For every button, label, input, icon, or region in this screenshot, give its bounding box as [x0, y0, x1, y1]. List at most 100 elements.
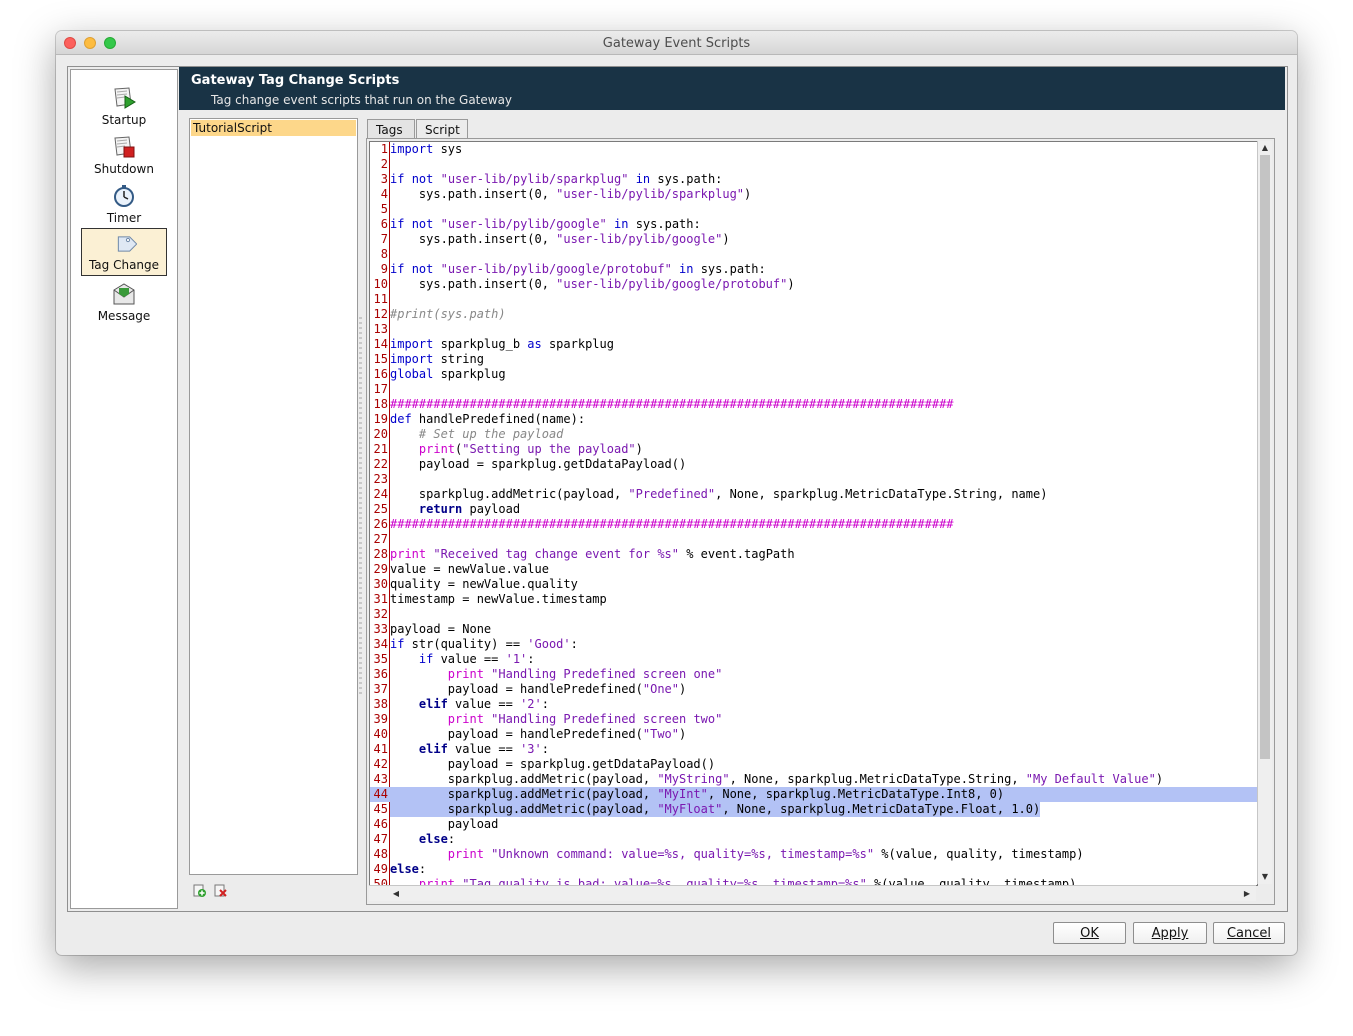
ok-button[interactable]: OK: [1053, 922, 1126, 944]
code-line[interactable]: 36 print "Handling Predefined screen one…: [370, 667, 1257, 682]
code-text: return payload: [418, 502, 521, 516]
code-line[interactable]: 14 import sparkplug_b as sparkplug: [370, 337, 1257, 352]
line-number: 42: [373, 757, 388, 771]
cancel-button[interactable]: Cancel: [1213, 922, 1285, 944]
code-line[interactable]: 44 sparkplug.addMetric(payload, "MyInt",…: [370, 787, 1257, 802]
code-text: sparkplug.addMetric(payload, "MyInt", No…: [390, 787, 1005, 801]
scroll-up-icon[interactable]: ▲: [1258, 142, 1272, 154]
code-line[interactable]: 16 global sparkplug: [370, 367, 1257, 382]
sidebar-item-shutdown[interactable]: Shutdown: [81, 131, 167, 179]
code-line[interactable]: 13: [370, 322, 1257, 337]
tab-script[interactable]: Script: [416, 119, 468, 140]
code-line[interactable]: 40 payload = handlePredefined("Two"): [370, 727, 1257, 742]
sidebar-item-tag-change[interactable]: Tag Change: [81, 228, 167, 276]
code-line[interactable]: 6 if not "user-lib/pylib/google" in sys.p…: [370, 217, 1257, 232]
code-text: elif value == '2':: [418, 697, 549, 711]
line-number: 28: [373, 547, 388, 561]
line-number: 17: [373, 382, 388, 396]
line-number: 11: [373, 292, 388, 306]
delete-script-icon[interactable]: [214, 883, 228, 897]
code-text: if str(quality) == 'Good':: [390, 637, 578, 651]
code-line[interactable]: 29 value = newValue.value: [370, 562, 1257, 577]
code-line[interactable]: 22 payload = sparkplug.getDdataPayload(): [370, 457, 1257, 472]
apply-button[interactable]: Apply: [1133, 922, 1207, 944]
code-text: def handlePredefined(name):: [390, 412, 586, 426]
code-line[interactable]: 33 payload = None: [370, 622, 1257, 637]
line-number: 32: [373, 607, 388, 621]
line-number: 1: [380, 142, 388, 156]
scroll-right-icon[interactable]: ▶: [1240, 888, 1254, 900]
code-line[interactable]: 31 timestamp = newValue.timestamp: [370, 592, 1257, 607]
code-line[interactable]: 46 payload: [370, 817, 1257, 832]
code-line[interactable]: 28 print "Received tag change event for %…: [370, 547, 1257, 562]
scroll-left-icon[interactable]: ◀: [389, 888, 403, 900]
add-script-icon[interactable]: [193, 883, 207, 897]
line-number: 39: [373, 712, 388, 726]
tab-tags[interactable]: Tags: [367, 119, 415, 139]
scroll-down-icon[interactable]: ▼: [1258, 871, 1272, 883]
line-number: 22: [373, 457, 388, 471]
code-line[interactable]: 38 elif value == '2':: [370, 697, 1257, 712]
splitter-handle[interactable]: [359, 317, 362, 697]
code-line[interactable]: 32: [370, 607, 1257, 622]
code-line[interactable]: 21 print("Setting up the payload"): [370, 442, 1257, 457]
code-line[interactable]: 23: [370, 472, 1257, 487]
sidebar-item-timer[interactable]: Timer: [81, 180, 167, 228]
code-line[interactable]: 30 quality = newValue.quality: [370, 577, 1257, 592]
code-line[interactable]: 15 import string: [370, 352, 1257, 367]
line-number: 34: [373, 637, 388, 651]
code-line[interactable]: 3 if not "user-lib/pylib/sparkplug" in sy…: [370, 172, 1257, 187]
tag-icon: [117, 236, 137, 252]
line-number: 14: [373, 337, 388, 351]
line-number: 46: [373, 817, 388, 831]
sidebar-item-message[interactable]: Message: [81, 278, 167, 326]
code-line[interactable]: 34 if str(quality) == 'Good':: [370, 637, 1257, 652]
code-line[interactable]: 7 sys.path.insert(0, "user-lib/pylib/goo…: [370, 232, 1257, 247]
code-line[interactable]: 20 # Set up the payload: [370, 427, 1257, 442]
code-line[interactable]: 2: [370, 157, 1257, 172]
code-line[interactable]: 27: [370, 532, 1257, 547]
line-number: 26: [373, 517, 388, 531]
code-line[interactable]: 43 sparkplug.addMetric(payload, "MyStrin…: [370, 772, 1257, 787]
code-text: sparkplug.addMetric(payload, "MyFloat", …: [390, 802, 1041, 817]
sidebar-item-startup[interactable]: Startup: [81, 82, 167, 130]
code-line[interactable]: 5: [370, 202, 1257, 217]
code-line[interactable]: 1 import sys: [370, 142, 1257, 157]
code-editor[interactable]: 1 import sys 2 3 if not "user-lib/pylib/spar…: [369, 141, 1258, 886]
code-text: # Set up the payload: [390, 427, 564, 441]
code-line[interactable]: 49 else:: [370, 862, 1257, 877]
horizontal-scrollbar[interactable]: ◀ ▶: [369, 885, 1256, 901]
line-number: 47: [373, 832, 388, 846]
code-line[interactable]: 8: [370, 247, 1257, 262]
line-number: 15: [373, 352, 388, 366]
code-text: import sparkplug_b as sparkplug: [390, 337, 614, 351]
code-line[interactable]: 37 payload = handlePredefined("One"): [370, 682, 1257, 697]
code-line[interactable]: 42 payload = sparkplug.getDdataPayload(): [370, 757, 1257, 772]
code-line[interactable]: 25 return payload: [370, 502, 1257, 517]
line-number: 21: [373, 442, 388, 456]
code-line[interactable]: 48 print "Unknown command: value=%s, qua…: [370, 847, 1257, 862]
code-line[interactable]: 47 else:: [370, 832, 1257, 847]
code-line[interactable]: 19 def handlePredefined(name):: [370, 412, 1257, 427]
list-item[interactable]: TutorialScript: [191, 120, 356, 136]
code-line[interactable]: 24 sparkplug.addMetric(payload, "Predefi…: [370, 487, 1257, 502]
code-line[interactable]: 10 sys.path.insert(0, "user-lib/pylib/go…: [370, 277, 1257, 292]
code-line[interactable]: 41 elif value == '3':: [370, 742, 1257, 757]
code-line[interactable]: 9 if not "user-lib/pylib/google/protobuf"…: [370, 262, 1257, 277]
code-line[interactable]: 11: [370, 292, 1257, 307]
code-line[interactable]: 35 if value == '1':: [370, 652, 1257, 667]
code-line[interactable]: 39 print "Handling Predefined screen two…: [370, 712, 1257, 727]
event-type-sidebar: Startup Shutdown Timer Tag Change Messag…: [70, 69, 178, 909]
code-line[interactable]: 45 sparkplug.addMetric(payload, "MyFloat…: [370, 802, 1257, 817]
code-line[interactable]: 18 ######################################…: [370, 397, 1257, 412]
line-number: 49: [373, 862, 388, 876]
code-line[interactable]: 12 #print(sys.path): [370, 307, 1257, 322]
code-line[interactable]: 4 sys.path.insert(0, "user-lib/pylib/spa…: [370, 187, 1257, 202]
scrollbar-thumb[interactable]: [1260, 155, 1270, 759]
line-number: 24: [373, 487, 388, 501]
vertical-scrollbar[interactable]: ▲ ▼: [1257, 141, 1272, 884]
line-number: 12: [373, 307, 388, 321]
line-number: 4: [380, 187, 388, 201]
code-line[interactable]: 26 ######################################…: [370, 517, 1257, 532]
code-line[interactable]: 17: [370, 382, 1257, 397]
